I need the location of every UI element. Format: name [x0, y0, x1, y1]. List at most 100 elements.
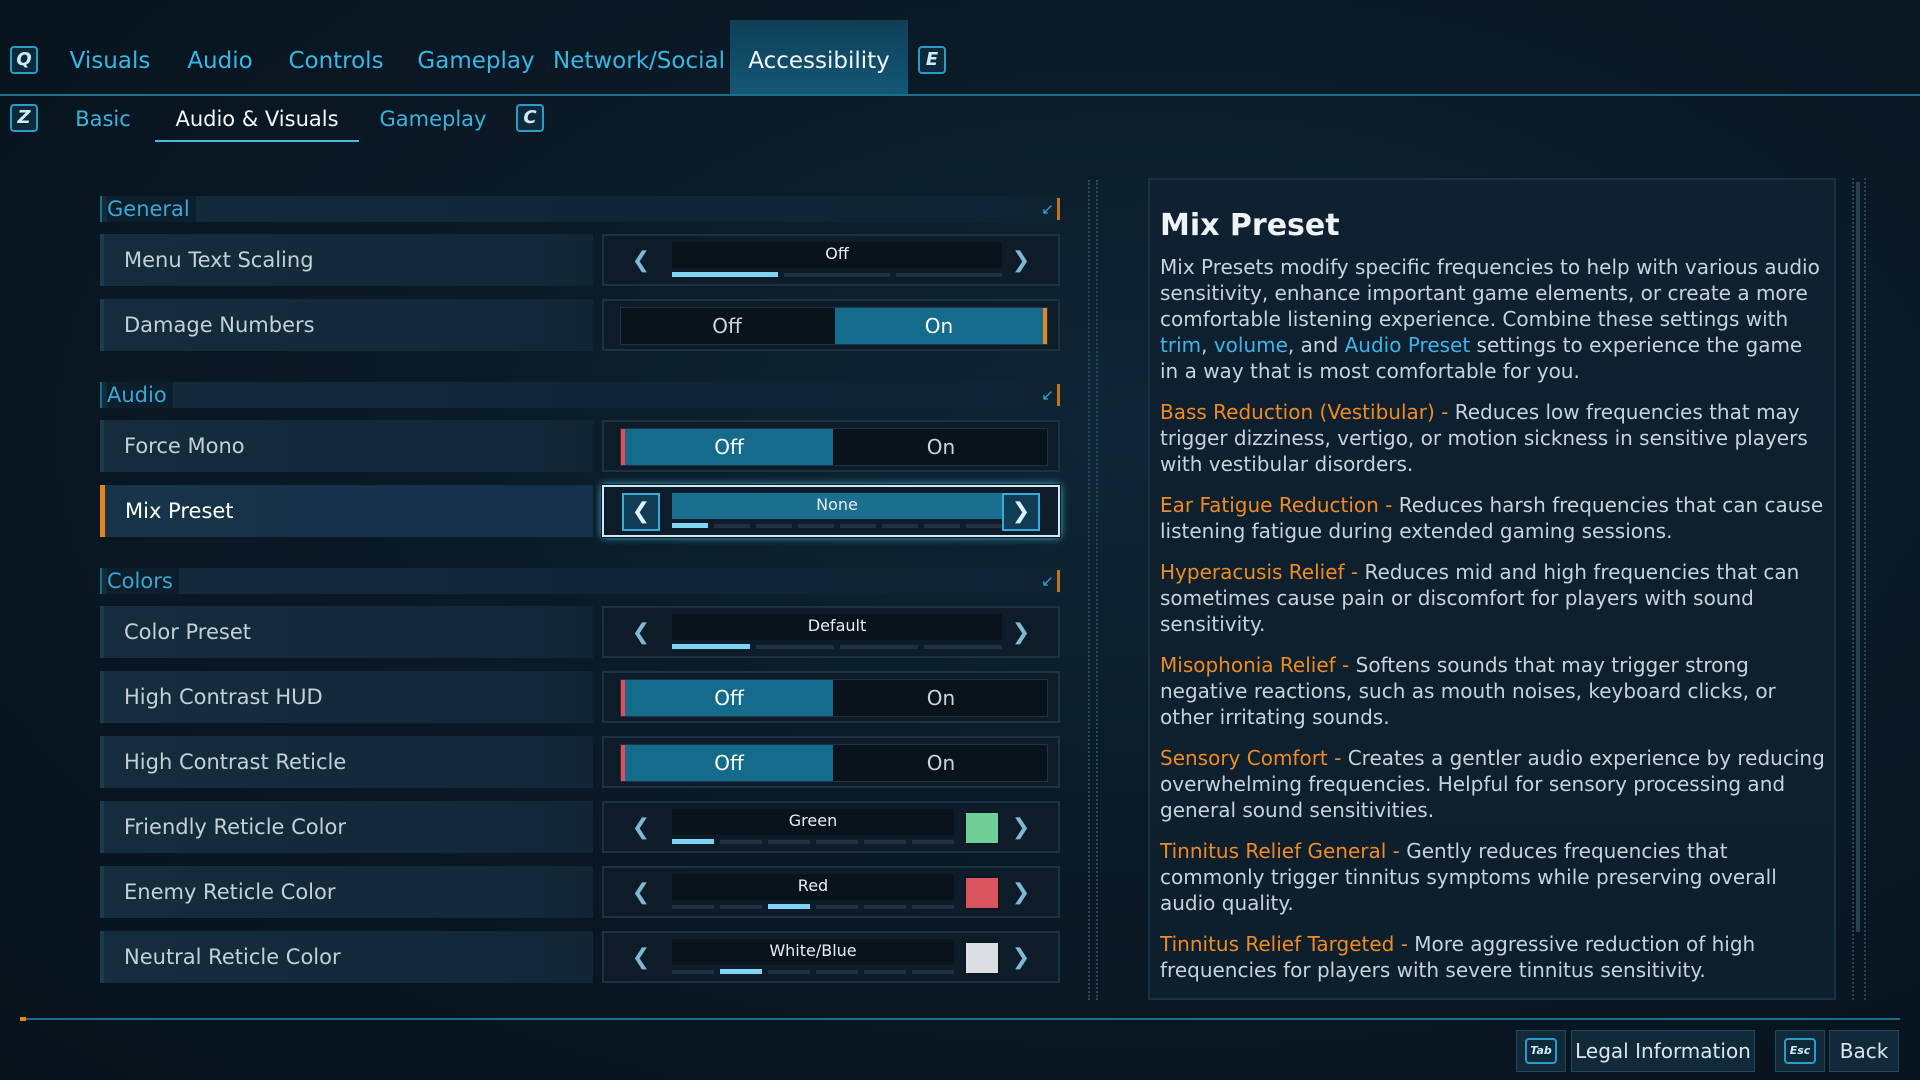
mix-preset-stepper[interactable]: ❮ None ❯	[602, 485, 1060, 537]
toggle-on-option[interactable]: On	[835, 680, 1047, 716]
friendly-reticle-color-stepper[interactable]: ❮ Green ❯	[602, 801, 1060, 853]
tab-controls[interactable]: Controls	[282, 20, 390, 94]
level-indicator	[672, 839, 954, 845]
collapse-corner-icon[interactable]: ↙	[1038, 384, 1060, 406]
chevron-left-icon[interactable]: ❮	[622, 874, 660, 912]
level-pip	[672, 905, 714, 909]
level-indicator	[672, 969, 954, 975]
preset-entry: Bass Reduction (Vestibular) - Reduces lo…	[1160, 399, 1825, 477]
toggle-off-option[interactable]: Off	[621, 745, 833, 781]
toggle-off-option[interactable]: Off	[621, 308, 833, 344]
section-title: General	[107, 196, 196, 222]
preset-entry: Ear Fatigue Reduction - Reduces harsh fr…	[1160, 492, 1825, 544]
tab-audio[interactable]: Audio	[180, 20, 260, 94]
tab-accessibility[interactable]: Accessibility	[730, 20, 908, 94]
chevron-left-icon[interactable]: ❮	[622, 939, 660, 977]
toggle-off-option[interactable]: Off	[621, 429, 833, 465]
high-contrast-hud-toggle[interactable]: Off On	[602, 671, 1060, 723]
row-label-container: Color Preset	[100, 606, 593, 658]
trim-link[interactable]: trim	[1160, 333, 1201, 357]
level-pip	[768, 904, 810, 909]
setting-label: Damage Numbers	[124, 313, 315, 337]
z-key-icon[interactable]: Z	[10, 104, 38, 132]
setting-label: Menu Text Scaling	[124, 248, 314, 272]
chevron-left-icon[interactable]: ❮	[622, 809, 660, 847]
level-pip	[672, 644, 750, 649]
level-pip	[816, 905, 858, 909]
row-label-container: High Contrast Reticle	[100, 736, 593, 788]
level-pip	[672, 523, 708, 528]
row-force-mono[interactable]: Force Mono Off On	[100, 420, 1060, 472]
level-pip	[720, 969, 762, 974]
force-mono-toggle[interactable]: Off On	[602, 420, 1060, 472]
level-indicator	[672, 272, 1002, 278]
setting-label: Neutral Reticle Color	[124, 945, 341, 969]
collapse-corner-icon[interactable]: ↙	[1038, 198, 1060, 220]
row-high-contrast-reticle[interactable]: High Contrast Reticle Off On	[100, 736, 1060, 788]
toggle-on-option[interactable]: On	[835, 308, 1047, 344]
preset-name: Hyperacusis Relief -	[1160, 560, 1365, 584]
enemy-reticle-color-stepper[interactable]: ❮ Red ❯	[602, 866, 1060, 918]
esc-key-icon[interactable]: Esc	[1775, 1030, 1825, 1072]
back-button[interactable]: Back	[1829, 1030, 1899, 1072]
row-neutral-reticle-color[interactable]: Neutral Reticle Color ❮ White/Blue ❯	[100, 931, 1060, 983]
menu-text-scaling-stepper[interactable]: ❮ Off ❯	[602, 234, 1060, 286]
subtab-audio-visuals[interactable]: Audio & Visuals	[155, 96, 359, 142]
level-pip	[912, 840, 954, 844]
scrollbar-thumb[interactable]	[1856, 182, 1860, 932]
level-indicator	[672, 904, 954, 910]
chevron-right-icon[interactable]: ❯	[1002, 874, 1040, 912]
tab-visuals[interactable]: Visuals	[60, 20, 160, 94]
chevron-left-icon[interactable]: ❮	[622, 614, 660, 652]
row-damage-numbers[interactable]: Damage Numbers Off On	[100, 299, 1060, 351]
level-pip	[816, 970, 858, 974]
damage-numbers-toggle[interactable]: Off On	[602, 299, 1060, 351]
level-pip	[672, 839, 714, 844]
tab-gameplay[interactable]: Gameplay	[416, 20, 536, 94]
toggle-on-option[interactable]: On	[835, 745, 1047, 781]
audio-preset-link[interactable]: Audio Preset	[1345, 333, 1471, 357]
row-label-container: Friendly Reticle Color	[100, 801, 593, 853]
legal-information-button[interactable]: Legal Information	[1571, 1030, 1755, 1072]
chevron-right-icon[interactable]: ❯	[1002, 242, 1040, 280]
description-title: Mix Preset	[1160, 208, 1340, 243]
level-pip	[672, 272, 778, 277]
neutral-reticle-color-stepper[interactable]: ❮ White/Blue ❯	[602, 931, 1060, 983]
volume-link[interactable]: volume	[1214, 333, 1288, 357]
chevron-right-icon[interactable]: ❯	[1002, 939, 1040, 977]
chevron-right-icon[interactable]: ❯	[1002, 493, 1040, 531]
subtab-basic[interactable]: Basic	[58, 96, 148, 142]
color-preset-stepper[interactable]: ❮ Default ❯	[602, 606, 1060, 658]
subtab-gameplay[interactable]: Gameplay	[374, 96, 492, 142]
chevron-right-icon[interactable]: ❯	[1002, 614, 1040, 652]
stepper-value: None	[672, 493, 1002, 519]
tab-network-social[interactable]: Network/Social	[550, 20, 728, 94]
toggle-on-option[interactable]: On	[835, 429, 1047, 465]
tab-key-icon[interactable]: Tab	[1516, 1030, 1566, 1072]
c-key-icon[interactable]: C	[516, 104, 544, 132]
level-pip	[672, 970, 714, 974]
row-color-preset[interactable]: Color Preset ❮ Default ❯	[100, 606, 1060, 658]
row-label-container: Enemy Reticle Color	[100, 866, 593, 918]
description-body: Mix Presets modify specific frequencies …	[1160, 254, 1825, 998]
q-key-icon[interactable]: Q	[10, 46, 38, 74]
settings-scrollbar[interactable]	[1088, 180, 1098, 1000]
row-label-container: Damage Numbers	[100, 299, 593, 351]
level-pip	[864, 905, 906, 909]
toggle-off-option[interactable]: Off	[621, 680, 833, 716]
description-scrollbar[interactable]	[1852, 178, 1866, 1000]
chevron-right-icon[interactable]: ❯	[1002, 809, 1040, 847]
row-friendly-reticle-color[interactable]: Friendly Reticle Color ❮ Green ❯	[100, 801, 1060, 853]
row-menu-text-scaling[interactable]: Menu Text Scaling ❮ Off ❯	[100, 234, 1060, 286]
collapse-corner-icon[interactable]: ↙	[1038, 570, 1060, 592]
top-tab-bar: Q Visuals Audio Controls Gameplay Networ…	[0, 0, 1920, 96]
level-pip	[924, 524, 960, 528]
e-key-icon[interactable]: E	[918, 46, 946, 74]
row-high-contrast-hud[interactable]: High Contrast HUD Off On	[100, 671, 1060, 723]
chevron-left-icon[interactable]: ❮	[622, 242, 660, 280]
row-enemy-reticle-color[interactable]: Enemy Reticle Color ❮ Red ❯	[100, 866, 1060, 918]
preset-entry: Tinnitus Relief Targeted - More aggressi…	[1160, 931, 1825, 983]
high-contrast-reticle-toggle[interactable]: Off On	[602, 736, 1060, 788]
chevron-left-icon[interactable]: ❮	[622, 493, 660, 531]
row-mix-preset[interactable]: Mix Preset ❮ None ❯	[100, 485, 1060, 537]
